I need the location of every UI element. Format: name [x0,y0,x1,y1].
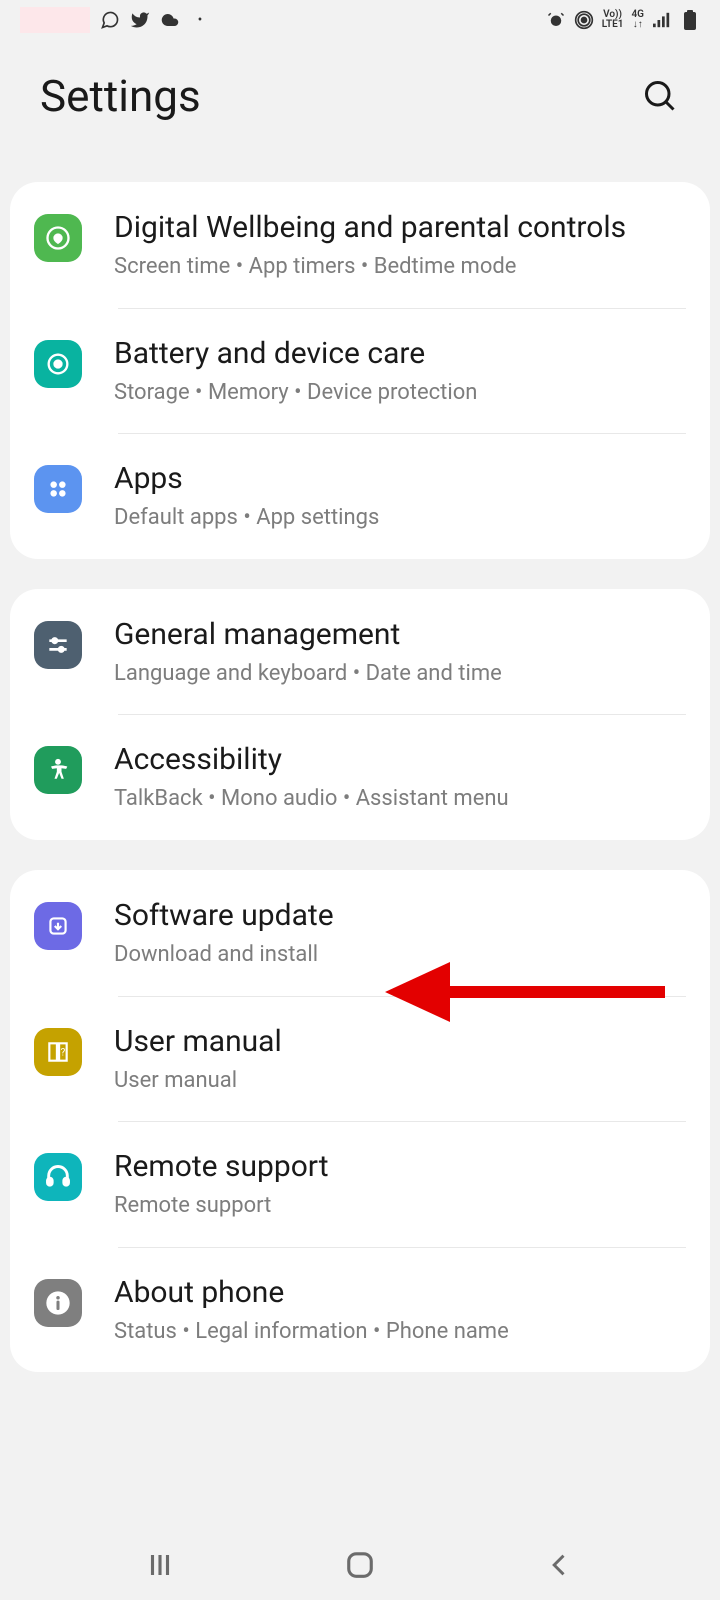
settings-item-subtitle: Remote support [114,1192,686,1221]
whatsapp-icon [100,10,120,30]
data-arrows-icon: ↓↑ [633,20,643,30]
page-title: Settings [40,70,201,122]
settings-item-subtitle: Default apps • App settings [114,504,686,533]
settings-item-text: User manual User manual [114,1022,686,1096]
settings-item-apps[interactable]: Apps Default apps • App settings [10,433,710,559]
alarm-icon [546,10,566,30]
about-phone-icon [34,1279,82,1327]
user-manual-icon: ? [34,1028,82,1076]
page-header: Settings [0,40,720,182]
cloud-icon [160,10,180,30]
settings-item-software-update[interactable]: Software update Download and install [10,870,710,996]
settings-group-1: Digital Wellbeing and parental controls … [10,182,710,559]
settings-item-text: Apps Default apps • App settings [114,459,686,533]
settings-group-2: General management Language and keyboard… [10,589,710,840]
settings-item-subtitle: Download and install [114,941,686,970]
svg-text:?: ? [61,1047,66,1058]
status-right: Vo)) LTE1 4G ↓↑ [546,10,700,30]
settings-item-subtitle: Storage • Memory • Device protection [114,379,686,408]
network-indicator: 4G ↓↑ [631,10,644,30]
settings-item-title: Software update [114,896,686,935]
settings-item-text: General management Language and keyboard… [114,615,686,689]
settings-item-title: Digital Wellbeing and parental controls [114,208,686,247]
home-icon [345,1550,375,1580]
settings-item-digital-wellbeing[interactable]: Digital Wellbeing and parental controls … [10,182,710,308]
settings-item-user-manual[interactable]: ? User manual User manual [10,996,710,1122]
settings-group-3: Software update Download and install ? U… [10,870,710,1372]
software-update-icon [34,902,82,950]
status-bar: • Vo)) LTE1 4G ↓↑ [0,0,720,40]
hotspot-icon [574,10,594,30]
home-button[interactable] [340,1545,380,1585]
settings-item-title: User manual [114,1022,686,1061]
settings-item-title: Remote support [114,1147,686,1186]
settings-item-subtitle: Screen time • App timers • Bedtime mode [114,253,686,282]
settings-item-title: Apps [114,459,686,498]
battery-icon [680,10,700,30]
back-button[interactable] [540,1545,580,1585]
settings-item-accessibility[interactable]: Accessibility TalkBack • Mono audio • As… [10,714,710,840]
settings-item-about-phone[interactable]: About phone Status • Legal information •… [10,1247,710,1373]
recent-apps-button[interactable] [140,1545,180,1585]
recent-apps-icon [145,1550,175,1580]
remote-support-icon [34,1153,82,1201]
settings-item-subtitle: User manual [114,1067,686,1096]
signal-icon [652,10,672,30]
settings-item-title: About phone [114,1273,686,1312]
settings-item-subtitle: Status • Legal information • Phone name [114,1318,686,1347]
settings-item-text: Software update Download and install [114,896,686,970]
search-icon [642,78,678,114]
twitter-icon [130,10,150,30]
search-button[interactable] [640,76,680,116]
settings-item-title: Battery and device care [114,334,686,373]
accessibility-icon [34,746,82,794]
settings-item-battery[interactable]: Battery and device care Storage • Memory… [10,308,710,434]
settings-item-title: Accessibility [114,740,686,779]
settings-item-text: Battery and device care Storage • Memory… [114,334,686,408]
settings-item-subtitle: Language and keyboard • Date and time [114,660,686,689]
settings-item-text: Remote support Remote support [114,1147,686,1221]
battery-care-icon [34,340,82,388]
nav-bar [0,1530,720,1600]
volte-indicator: Vo)) LTE1 [602,10,624,30]
settings-item-text: Digital Wellbeing and parental controls … [114,208,686,282]
settings-item-text: About phone Status • Legal information •… [114,1273,686,1347]
settings-item-remote-support[interactable]: Remote support Remote support [10,1121,710,1247]
back-icon [546,1551,574,1579]
dot-icon: • [190,10,210,30]
settings-item-text: Accessibility TalkBack • Mono audio • As… [114,740,686,814]
settings-item-subtitle: TalkBack • Mono audio • Assistant menu [114,785,686,814]
status-redacted-block [20,7,90,33]
status-left: • [20,7,210,33]
digital-wellbeing-icon [34,214,82,262]
settings-item-general[interactable]: General management Language and keyboard… [10,589,710,715]
settings-item-title: General management [114,615,686,654]
apps-icon [34,465,82,513]
general-management-icon [34,621,82,669]
